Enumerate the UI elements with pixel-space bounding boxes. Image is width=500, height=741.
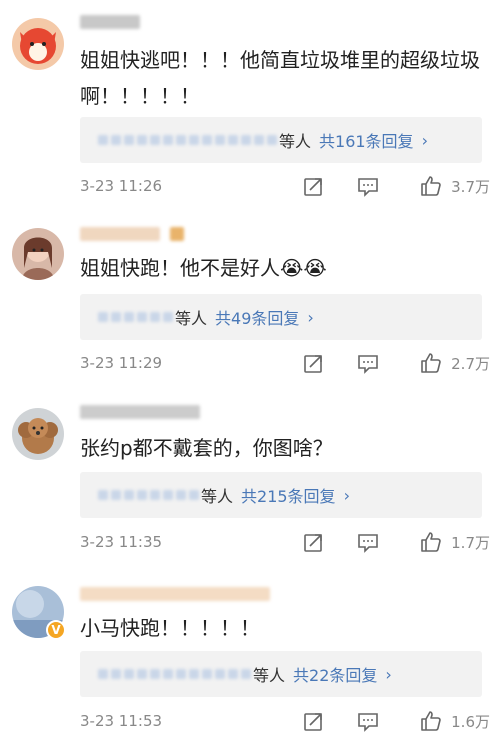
chevron-right-icon: › [385, 664, 392, 684]
avatar[interactable] [12, 18, 64, 70]
comment-item: 姐姐快逃吧！！！他简直垃圾堆里的超级垃圾啊！！！！！ 等人 共161条回复 › … [0, 4, 500, 204]
comment-text: 小马快跑！！！！！ [80, 616, 260, 640]
timestamp: 3-23 11:29 [80, 354, 163, 372]
reply-count-link[interactable]: 共161条回复 [319, 128, 414, 152]
comment-icon[interactable] [356, 174, 380, 198]
like-count: 1.7万 [451, 533, 490, 552]
avatar[interactable] [12, 228, 64, 280]
chevron-right-icon: › [343, 485, 350, 505]
comment-text: 姐姐快跑！他不是好人😭😭 [80, 256, 327, 280]
like-icon [419, 709, 443, 733]
blurred-replier-names [98, 135, 277, 145]
comment-text: 张约p都不戴套的，你图啥？ [80, 436, 333, 460]
blurred-replier-names [98, 669, 251, 679]
blurred-replier-names [98, 490, 199, 500]
comment-item: 姐姐快跑！他不是好人😭😭 等人 共49条回复 › 3-23 11:29 2.7万 [0, 214, 500, 394]
username-blurred[interactable] [80, 224, 184, 244]
reply-summary[interactable]: 等人 共215条回复 › [80, 472, 482, 518]
timestamp: 3-23 11:26 [80, 177, 163, 195]
comment-item: V 小马快跑！！！！！ 等人 共22条回复 › 3-23 11:53 1.6万 [0, 574, 500, 741]
reply-suffix: 等人 [175, 309, 208, 328]
comment-meta-row: 3-23 11:53 1.6万 [80, 709, 490, 733]
reply-count-link[interactable]: 共22条回复 [293, 662, 377, 686]
comment-icon[interactable] [356, 530, 380, 554]
username-blurred[interactable] [80, 402, 200, 422]
reply-count-link[interactable]: 共49条回复 [215, 305, 299, 329]
like-count: 3.7万 [451, 177, 490, 196]
reply-suffix: 等人 [253, 666, 286, 685]
verified-badge-icon: V [46, 620, 66, 640]
like-button[interactable]: 2.7万 [419, 351, 490, 375]
like-button[interactable]: 1.7万 [419, 530, 490, 554]
reply-suffix: 等人 [279, 132, 312, 151]
reply-suffix: 等人 [201, 487, 234, 506]
timestamp: 3-23 11:53 [80, 712, 163, 730]
comment-icon[interactable] [356, 351, 380, 375]
like-icon [419, 351, 443, 375]
reply-summary[interactable]: 等人 共49条回复 › [80, 294, 482, 340]
comment-item: 张约p都不戴套的，你图啥？ 等人 共215条回复 › 3-23 11:35 1.… [0, 394, 500, 564]
forward-icon[interactable] [302, 530, 326, 554]
forward-icon[interactable] [302, 351, 326, 375]
forward-icon[interactable] [302, 174, 326, 198]
comment-text: 姐姐快逃吧！！！他简直垃圾堆里的超级垃圾啊！！！！！ [80, 48, 480, 108]
comment-icon[interactable] [356, 709, 380, 733]
comment-meta-row: 3-23 11:26 3.7万 [80, 174, 490, 198]
username-blurred[interactable] [80, 12, 140, 32]
like-icon [419, 174, 443, 198]
comment-meta-row: 3-23 11:35 1.7万 [80, 530, 490, 554]
timestamp: 3-23 11:35 [80, 533, 163, 551]
reply-summary[interactable]: 等人 共161条回复 › [80, 117, 482, 163]
reply-summary[interactable]: 等人 共22条回复 › [80, 651, 482, 697]
avatar[interactable] [12, 408, 64, 460]
like-count: 2.7万 [451, 354, 490, 373]
chevron-right-icon: › [307, 307, 314, 327]
like-button[interactable]: 3.7万 [419, 174, 490, 198]
username-blurred[interactable] [80, 584, 270, 604]
like-count: 1.6万 [451, 712, 490, 731]
comment-meta-row: 3-23 11:29 2.7万 [80, 351, 490, 375]
forward-icon[interactable] [302, 709, 326, 733]
chevron-right-icon: › [421, 130, 428, 150]
like-button[interactable]: 1.6万 [419, 709, 490, 733]
reply-count-link[interactable]: 共215条回复 [241, 483, 336, 507]
blurred-replier-names [98, 312, 173, 322]
like-icon [419, 530, 443, 554]
